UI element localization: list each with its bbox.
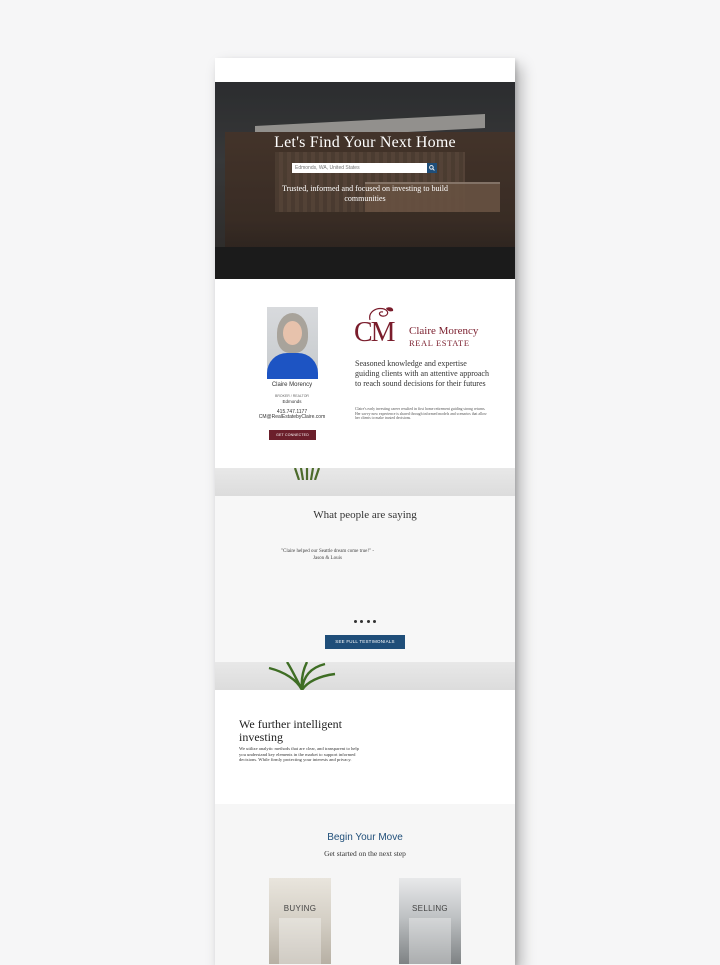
plant-divider-bottom (215, 662, 515, 690)
carousel-dot[interactable] (354, 620, 357, 623)
carousel-dot[interactable] (360, 620, 364, 623)
plant-icon (268, 662, 336, 690)
carousel-dots (354, 620, 376, 624)
begin-heading: Begin Your Move (327, 832, 403, 843)
website-page: Let's Find Your Next Home Trusted, infor… (215, 58, 515, 965)
agent-title: BROKER / REALTOR (275, 394, 309, 398)
hero-section: Let's Find Your Next Home Trusted, infor… (215, 82, 515, 279)
investing-body: We utilize analytic methods that are cle… (239, 746, 359, 763)
agent-profile-section: Claire Morency BROKER / REALTOR Edmonds … (215, 279, 515, 468)
buying-label: BUYING (283, 904, 317, 913)
begin-move-section: Begin Your Move Get started on the next … (215, 804, 515, 965)
selling-label: SELLING (412, 904, 448, 913)
agent-name: Claire Morency (271, 382, 313, 388)
pitch-body: Claire's early investing career resulted… (355, 407, 487, 421)
carousel-dot[interactable] (372, 620, 376, 623)
investing-heading: We further intelligent investing (239, 717, 342, 744)
agent-location: Edmonds (282, 399, 302, 404)
get-connected-button[interactable]: GET CONNECTED (269, 430, 316, 440)
hero-title: Let's Find Your Next Home (274, 134, 456, 151)
location-search-input[interactable] (292, 163, 427, 173)
brand-name: Claire Morency (409, 325, 479, 337)
hero-tagline: Trusted, informed and focused on investi… (282, 184, 448, 203)
investing-section: We further intelligent investing We util… (215, 718, 515, 780)
search-button[interactable] (427, 163, 437, 173)
top-bar (215, 58, 515, 82)
brand-subtitle: REAL ESTATE (409, 338, 470, 348)
location-search (292, 163, 440, 173)
buying-tile[interactable]: BUYING (269, 878, 331, 964)
testimonials-section: What people are saying "Claire helped ou… (215, 496, 515, 662)
pitch-headline: Seasoned knowledge and expertise guiding… (355, 359, 489, 388)
agent-email[interactable]: CM@RealEstatebyClaire.com (247, 414, 337, 420)
plant-icon (293, 468, 321, 480)
testimonials-heading: What people are saying (313, 509, 417, 521)
testimonial-quote: "Claire helped our Seattle dream come tr… (280, 549, 375, 561)
agent-photo (267, 307, 318, 379)
brand-logo: CM Claire Morency REAL ESTATE (354, 305, 494, 351)
brand-monogram: CM (354, 317, 396, 348)
carousel-dot[interactable] (366, 620, 370, 623)
begin-subheading: Get started on the next step (324, 849, 406, 858)
see-full-testimonials-button[interactable]: SEE FULL TESTIMONIALS (325, 635, 405, 649)
selling-tile[interactable]: SELLING (399, 878, 461, 964)
search-icon (429, 165, 435, 171)
plant-divider-top (215, 468, 515, 496)
